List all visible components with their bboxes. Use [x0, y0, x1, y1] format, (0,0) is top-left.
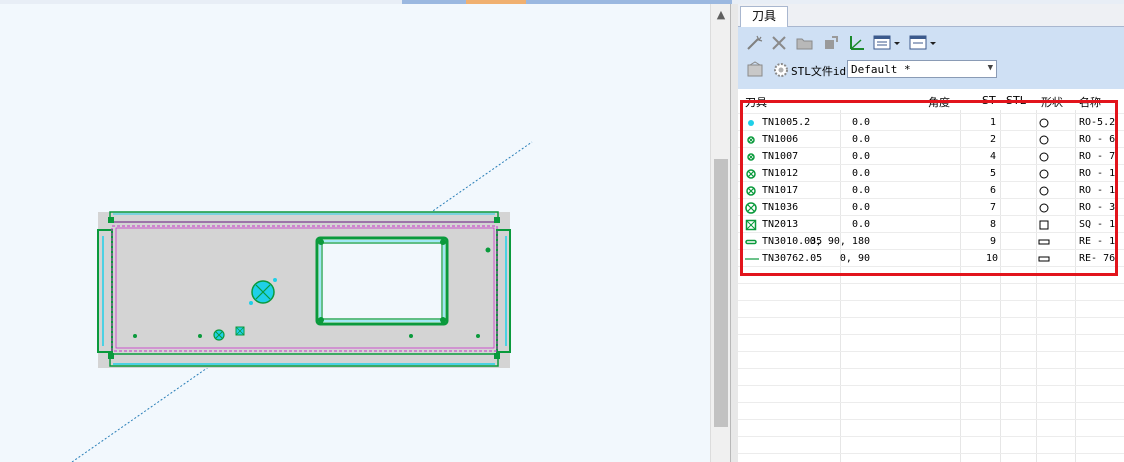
- tool-angle: 0, 90, 180: [809, 236, 870, 247]
- tool-name: TN1005.2: [762, 117, 811, 128]
- tool-angle: 0.0: [851, 202, 870, 213]
- grid-line: [738, 164, 1124, 165]
- tool-description: RE- 76: [1079, 253, 1116, 264]
- column-header-st[interactable]: ST: [982, 94, 996, 107]
- grid-line: [738, 300, 1124, 301]
- grid-line: [738, 215, 1124, 216]
- grid-line: [738, 232, 1124, 233]
- column-header-shape[interactable]: 形状: [1041, 94, 1063, 110]
- tool-station: 10: [986, 253, 999, 264]
- tool-station: 8: [989, 219, 996, 230]
- table-row[interactable]: TN1006 0.0 2 RO - 6: [738, 131, 1124, 148]
- layout-grid-icon[interactable]: [872, 33, 902, 53]
- grid-line: [738, 368, 1124, 369]
- table-row[interactable]: TN30762.05 0, 90 10 RE- 76: [738, 250, 1124, 267]
- stl-file-value: Default *: [851, 63, 911, 76]
- scroll-thumb[interactable]: [714, 159, 728, 427]
- grid-line: [738, 351, 1124, 352]
- grid-line: [738, 249, 1124, 250]
- grid-line: [738, 181, 1124, 182]
- grid-line: [738, 334, 1124, 335]
- tool-description: RO-5.2: [1079, 117, 1116, 128]
- table-row[interactable]: TN1005.2 0.0 1 RO-5.2: [738, 114, 1124, 131]
- column-header-tool[interactable]: 刀具: [745, 94, 767, 110]
- tool-description: RO - 1: [1079, 185, 1116, 196]
- grid-line: [738, 453, 1124, 454]
- tool-description: RO - 6: [1079, 134, 1116, 145]
- grid-line: [738, 147, 1124, 148]
- tool-description: RE - 1: [1079, 236, 1116, 247]
- tool-name: TN1007: [762, 151, 799, 162]
- tool-station: 6: [989, 185, 996, 196]
- left-flange: [97, 229, 113, 353]
- pin-icon[interactable]: [821, 33, 841, 53]
- delete-icon[interactable]: [769, 33, 789, 53]
- tool-table-header: 刀具 角度 ST STL 形状 名称: [738, 92, 1124, 110]
- table-row[interactable]: TN1012 0.0 5 RO - 1: [738, 165, 1124, 182]
- tool-name: TN30762.05: [762, 253, 823, 264]
- stl-file-select[interactable]: Default * ▼: [847, 60, 997, 78]
- grid-line: [738, 113, 1124, 114]
- tool-station: 4: [989, 151, 996, 162]
- tool-name: TN1006: [762, 134, 799, 145]
- canvas-vertical-scrollbar[interactable]: ▲: [710, 4, 731, 462]
- grid-line: [738, 385, 1124, 386]
- tool-station: 9: [989, 236, 996, 247]
- gear-icon[interactable]: [771, 60, 791, 80]
- table-row[interactable]: TN1007 0.0 4 RO - 7: [738, 148, 1124, 165]
- tool-angle: 0.0: [851, 151, 870, 162]
- tool-description: SQ - 1: [1079, 219, 1116, 230]
- grid-line: [738, 266, 1124, 267]
- grid-line: [738, 198, 1124, 199]
- table-row[interactable]: TN1036 0.0 7 RO - 3: [738, 199, 1124, 216]
- column-header-angle[interactable]: 角度: [928, 94, 950, 110]
- column-header-stl[interactable]: STL: [1006, 94, 1026, 107]
- tab-tools[interactable]: 刀具: [740, 6, 788, 27]
- list-view-icon[interactable]: [908, 33, 938, 53]
- panel-tab-strip: 刀具: [738, 4, 1124, 27]
- tool-name: TN1012: [762, 168, 799, 179]
- column-header-name[interactable]: 名称: [1079, 94, 1101, 110]
- save-icon[interactable]: [745, 60, 765, 80]
- window-cutout: [315, 236, 449, 326]
- grid-line: [738, 436, 1124, 437]
- tool-station: 2: [989, 134, 996, 145]
- tool-table: 刀具 角度 ST STL 形状 名称 TN1005.2 0.0 1 RO-5.2 TN1…: [738, 90, 1124, 462]
- tool-panel: 刀具 STL文件id Default * ▼ 刀具 角度 ST STL 形状 名…: [738, 4, 1124, 462]
- tool-angle: 0.0: [851, 134, 870, 145]
- grid-line: [738, 130, 1124, 131]
- grid-line: [738, 402, 1124, 403]
- tool-station: 5: [989, 168, 996, 179]
- tool-description: RO - 1: [1079, 168, 1116, 179]
- tool-angle: 0.0: [851, 219, 870, 230]
- grid-line: [738, 283, 1124, 284]
- tool-angle: 0.0: [851, 185, 870, 196]
- scroll-up-icon[interactable]: ▲: [711, 7, 731, 23]
- tool-angle: 0, 90: [839, 253, 870, 264]
- grid-line: [738, 419, 1124, 420]
- stl-file-label: STL文件id: [791, 65, 847, 78]
- tool-station: 7: [989, 202, 996, 213]
- tool-description: RO - 7: [1079, 151, 1116, 162]
- tool-description: RO - 3: [1079, 202, 1116, 213]
- tool-station: 1: [989, 117, 996, 128]
- tool-angle: 0.0: [851, 117, 870, 128]
- tool-toolbar: STL文件id Default * ▼: [738, 27, 1124, 89]
- tool-name: TN1036: [762, 202, 799, 213]
- cad-canvas[interactable]: [0, 4, 710, 462]
- axis-icon[interactable]: [847, 33, 867, 53]
- sheet-metal-drawing: [71, 141, 533, 462]
- tool-name: TN1017: [762, 185, 799, 196]
- table-row[interactable]: TN3010.035 0, 90, 180 9 RE - 1: [738, 233, 1124, 250]
- folder-open-icon[interactable]: [795, 33, 815, 53]
- wand-icon[interactable]: [744, 33, 764, 53]
- tool-angle: 0.0: [851, 168, 870, 179]
- chevron-down-icon[interactable]: ▼: [988, 63, 993, 73]
- grid-line: [738, 317, 1124, 318]
- right-flange: [496, 229, 511, 353]
- table-row[interactable]: TN1017 0.0 6 RO - 1: [738, 182, 1124, 199]
- table-row[interactable]: TN2013 0.0 8 SQ - 1: [738, 216, 1124, 233]
- tool-name: TN2013: [762, 219, 799, 230]
